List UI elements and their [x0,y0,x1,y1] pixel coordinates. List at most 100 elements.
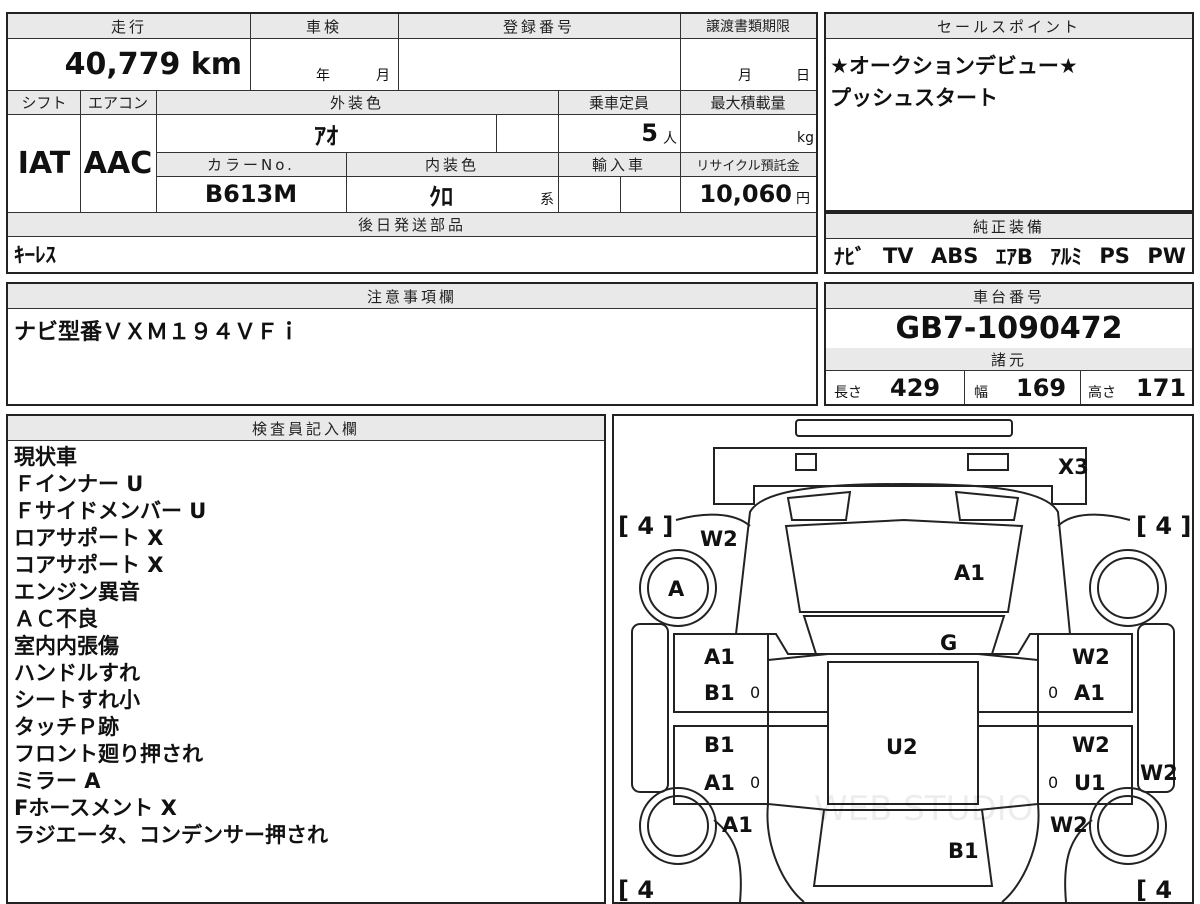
inspector-lines: 現状車 Ｆインナー U Ｆサイドメンバー U ロアサポート X コアサポート X… [14,444,328,849]
recycle-fee-unit: 円 [796,191,810,207]
transfer-day: 日 [796,68,810,84]
capacity-value: 5 [641,119,658,147]
sales-point-line-1: ★オークションデビュー★ [830,54,1078,78]
mark-fender-l: W2 [700,527,738,551]
inspector-line: ＡＣ不良 [14,607,98,631]
equipment-header: 純正装備 [826,214,1192,238]
car-diagram-box: [ 4 ] [ 4 ] [ 4 [ 4 X3 W2 A A1 G A1 B1 0… [612,414,1194,904]
height-value: 171 [1136,374,1187,402]
length-value: 429 [890,374,941,402]
car-diagram: [ 4 ] [ 4 ] [ 4 [ 4 X3 W2 A A1 G A1 B1 0… [618,419,1191,902]
equipment-box: 純正装備 ﾅﾋﾞ TV ABS ｴｱB ｱﾙﾐ PS PW [824,212,1194,274]
inspector-line: Fホースメント X [14,796,177,820]
mark-trunk: B1 [948,839,979,863]
inspector-line: コアサポート X [14,553,164,577]
aircon-value: AAC [83,145,153,181]
later-parts-value: ｷｰﾚｽ [14,243,56,267]
notes-header: 注意事項欄 [8,284,816,308]
tire-tread-tr: [ 4 ] [1136,512,1191,540]
mark-door-rl-1: B1 [704,733,735,757]
mark-rear-l: A1 [722,813,753,837]
mark-door-rl-zero: 0 [750,773,760,792]
mark-bumper: X3 [1058,455,1089,479]
interior-color-value: ｸﾛ [429,182,453,211]
inspector-line: 現状車 [14,445,77,469]
interior-suffix: 系 [540,192,554,208]
inspector-line: Ｆインナー U [14,472,144,496]
mark-roof: U2 [886,735,918,759]
inspection-year: 年 [316,68,330,84]
width-value: 169 [1016,374,1067,402]
equipment-item-pw: PW [1147,244,1186,268]
equipment-item-ps: PS [1099,244,1130,268]
max-load-unit: kg [797,130,814,146]
mileage-value: 40,779 km [64,46,242,82]
specs-header: 諸元 [826,348,1192,370]
recycle-fee-value: 10,060 [699,180,792,208]
registration-header: 登録番号 [398,14,680,38]
mark-door-fl-2: B1 [704,681,735,705]
mark-door-rr-zero: 0 [1048,773,1058,792]
chassis-box: 車台番号 GB7-1090472 諸元 長さ 429 幅 169 高さ 171 [824,282,1194,406]
inspector-line: ラジエータ、コンデンサー押され [14,823,328,847]
inspector-line: エンジン異音 [14,580,140,604]
interior-color-header: 内装色 [346,152,558,176]
notes-text: ナビ型番ＶＸＭ１９４ＶＦｉ [14,320,301,345]
mark-hood: A1 [954,561,985,585]
tire-tread-bl: [ 4 [618,876,654,902]
equipment-item-airbag: ｴｱB [995,245,1033,269]
mark-tire-a: A [668,577,685,601]
vehicle-info-grid: 走行 車検 登録番号 譲渡書類期限 40,779 km 年 月 月 日 シフト … [6,12,818,274]
equipment-item-navi: ﾅﾋﾞ [834,245,866,269]
tire-tread-br: [ 4 [1136,876,1172,902]
watermark: WEB STUDIO [814,789,1033,829]
height-label: 高さ [1088,385,1116,401]
inspector-line: ミラー A [14,769,101,793]
inspector-line: シートすれ小 [14,688,140,712]
width-label: 幅 [974,385,988,401]
mark-door-fr-1: W2 [1072,645,1110,669]
mark-windshield: G [940,631,957,655]
import-header: 輸入車 [558,152,680,176]
inspection-header: 車検 [250,14,398,38]
later-parts-header: 後日発送部品 [8,212,816,236]
max-load-header: 最大積載量 [680,90,816,114]
sales-points-box: セールスポイント ★オークションデビュー★ プッシュスタート [824,12,1194,212]
mark-door-fr-2: A1 [1074,681,1105,705]
inspector-box: 検査員記入欄 現状車 Ｆインナー U Ｆサイドメンバー U ロアサポート X コ… [6,414,606,904]
equipment-item-tv: TV [882,244,914,268]
capacity-unit: 人 [663,131,677,147]
mileage-header: 走行 [8,14,250,38]
exterior-color-value: ｱｵ [314,121,338,150]
inspector-line: フロント廻り押され [14,742,203,766]
equipment-list: ﾅﾋﾞ TV ABS ｴｱB ｱﾙﾐ PS PW [834,240,1186,272]
mark-door-fl-1: A1 [704,645,735,669]
inspection-month: 月 [376,68,390,84]
color-no-value: B613M [204,180,298,208]
exterior-color-header: 外装色 [156,90,558,114]
recycle-header: リサイクル預託金 [680,152,816,176]
chassis-number: GB7-1090472 [895,310,1123,346]
transfer-month: 月 [738,68,752,84]
inspector-line: 室内内張傷 [14,634,119,658]
length-label: 長さ [834,385,862,401]
mark-door-rl-2: A1 [704,771,735,795]
color-no-header: カラーNo. [156,152,346,176]
inspector-line: ハンドルすれ [14,661,140,685]
mark-door-fl-zero: 0 [750,683,760,702]
mark-door-rr-1: W2 [1072,733,1110,757]
inspector-line: ロアサポート X [14,526,164,550]
mark-side-r: W2 [1140,761,1178,785]
equipment-item-abs: ABS [931,244,979,268]
shift-value: IAT [17,145,71,181]
equipment-item-alloy: ｱﾙﾐ [1050,245,1082,269]
mark-rear-r: W2 [1050,813,1088,837]
mark-door-fr-zero: 0 [1048,683,1058,702]
capacity-header: 乗車定員 [558,90,680,114]
tire-tread-tl: [ 4 ] [618,512,673,540]
sales-point-line-2: プッシュスタート [830,86,998,110]
shift-header: シフト [8,90,80,114]
inspector-line: Ｆサイドメンバー U [14,499,207,523]
transfer-deadline-header: 譲渡書類期限 [680,14,816,38]
sales-points-header: セールスポイント [826,14,1192,38]
